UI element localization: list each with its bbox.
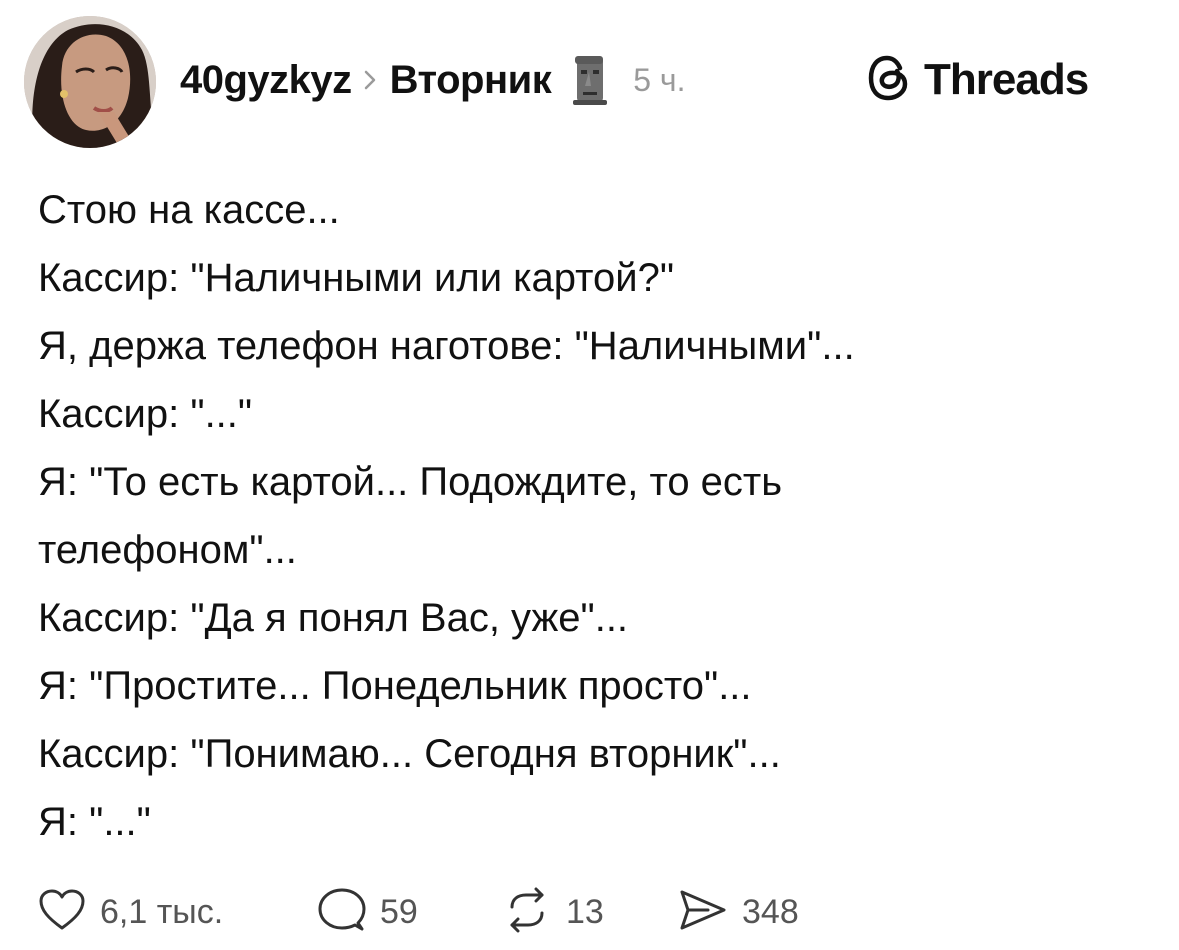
post-line: Я: "То есть картой... Подождите, то есть [38,460,783,504]
send-icon [678,888,728,937]
post-time: 5 ч. [633,61,686,98]
repost-button[interactable]: 13 [502,887,678,938]
post-line: Стою на кассе... [38,188,340,232]
comment-icon [318,887,366,938]
share-button[interactable]: 348 [678,888,799,937]
avatar[interactable] [24,16,156,148]
author-username[interactable]: 40gyzkyz [180,58,352,103]
brand-name: Threads [924,55,1089,104]
post-line: Я, держа телефон наготове: "Наличными"..… [38,324,855,368]
topic-tag[interactable]: Вторник [390,58,552,103]
post-line: Кассир: "Да я понял Вас, уже"... [38,596,629,640]
post-line: Я: "..." [38,800,151,844]
post-line: Кассир: "Наличными или картой?" [38,256,675,300]
post-line: Я: "Простите... Понедельник просто"... [38,664,752,708]
moai-icon [569,54,609,106]
threads-logo-icon [866,54,912,107]
post-line: телефоном"... [38,528,297,572]
chevron-right-icon [364,70,376,90]
post-line: Кассир: "Понимаю... Сегодня вторник"... [38,732,781,776]
action-bar: 6,1 тыс. 59 13 348 [38,884,799,940]
profile-photo [24,16,156,148]
heart-icon [38,888,86,937]
repost-icon [502,887,552,938]
like-button[interactable]: 6,1 тыс. [38,888,318,937]
like-count: 6,1 тыс. [100,892,224,931]
post-body: Стою на кассе... Кассир: "Наличными или … [38,176,1148,856]
post-header: 40gyzkyz Вторник 5 ч. [180,52,685,108]
share-count: 348 [742,892,799,931]
reply-count: 59 [380,892,418,931]
repost-count: 13 [566,892,604,931]
post-line: Кассир: "..." [38,392,253,436]
reply-button[interactable]: 59 [318,887,502,938]
threads-brand: Threads [866,50,1089,110]
